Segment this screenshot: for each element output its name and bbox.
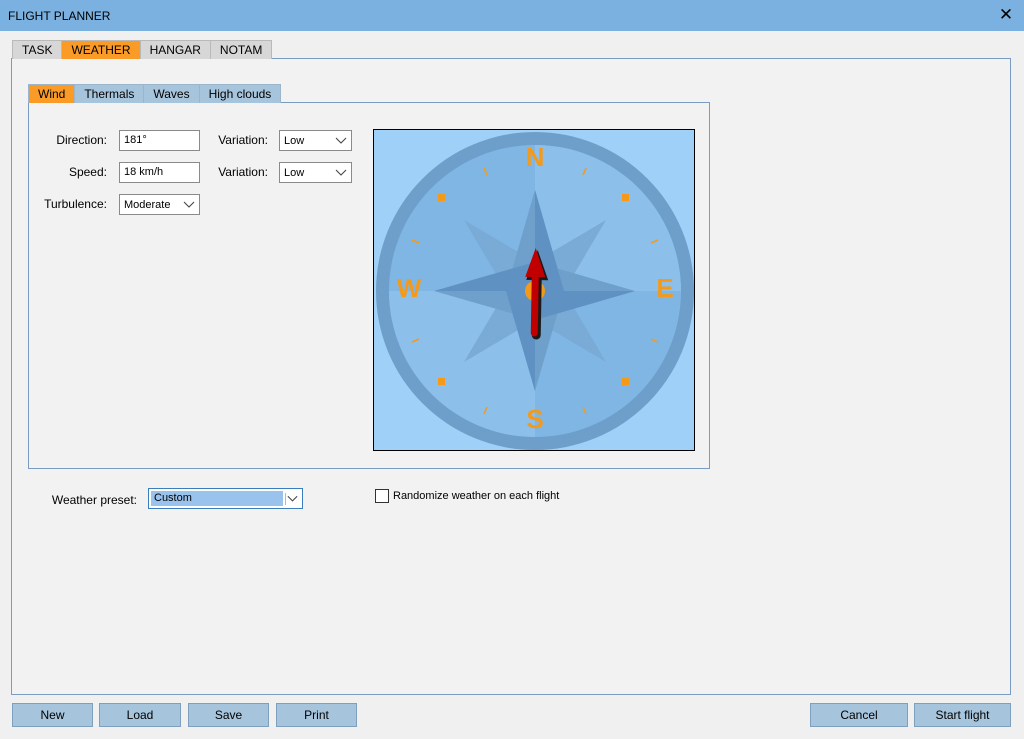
close-icon[interactable]: ✕: [996, 5, 1016, 25]
tab-task[interactable]: TASK: [12, 40, 63, 59]
chevron-down-icon: [183, 201, 195, 208]
flight-planner-window: FLIGHT PLANNER ✕ TASK WEATHER HANGAR NOT…: [0, 0, 1024, 739]
start-flight-button[interactable]: Start flight: [914, 703, 1011, 727]
weather-preset-select[interactable]: Custom: [148, 488, 303, 509]
tab-notam[interactable]: NOTAM: [209, 40, 273, 59]
direction-variation-label: Variation:: [218, 133, 268, 147]
tab-weather[interactable]: WEATHER: [61, 40, 141, 59]
turbulence-select[interactable]: Moderate: [119, 194, 200, 215]
title-bar: FLIGHT PLANNER ✕: [0, 0, 1024, 31]
window-title: FLIGHT PLANNER: [8, 9, 111, 23]
tab-waves[interactable]: Waves: [143, 84, 200, 103]
tab-wind[interactable]: Wind: [28, 84, 76, 103]
chevron-down-icon: [285, 493, 298, 505]
speed-variation-label: Variation:: [218, 165, 268, 179]
turbulence-value: Moderate: [124, 199, 171, 211]
tab-high-clouds[interactable]: High clouds: [198, 84, 282, 103]
weather-sub-tabs: Wind Thermals Waves High clouds: [28, 84, 282, 103]
tab-hangar[interactable]: HANGAR: [139, 40, 211, 59]
main-tabs: TASK WEATHER HANGAR NOTAM: [12, 40, 273, 59]
speed-variation-value: Low: [284, 167, 305, 179]
randomize-weather-checkbox[interactable]: [375, 489, 389, 503]
cancel-button[interactable]: Cancel: [810, 703, 908, 727]
speed-variation-select[interactable]: Low: [279, 162, 352, 183]
load-button[interactable]: Load: [99, 703, 181, 727]
wind-compass[interactable]: N E S W: [373, 129, 695, 451]
save-button[interactable]: Save: [188, 703, 269, 727]
direction-variation-value: Low: [284, 135, 305, 147]
direction-variation-select[interactable]: Low: [279, 130, 352, 151]
direction-label: Direction:: [56, 133, 107, 147]
tab-thermals[interactable]: Thermals: [74, 84, 145, 103]
turbulence-label: Turbulence:: [44, 197, 107, 211]
speed-field[interactable]: 18 km/h: [119, 162, 200, 183]
speed-label: Speed:: [68, 165, 107, 179]
weather-preset-value: Custom: [151, 491, 283, 506]
direction-field[interactable]: 181°: [119, 130, 200, 151]
weather-preset-label: Weather preset:: [51, 493, 137, 507]
chevron-down-icon: [335, 169, 347, 176]
chevron-down-icon: [335, 137, 347, 144]
wind-arrow-icon[interactable]: [374, 130, 695, 451]
print-button[interactable]: Print: [276, 703, 357, 727]
new-button[interactable]: New: [12, 703, 93, 727]
randomize-weather-label[interactable]: Randomize weather on each flight: [393, 490, 559, 502]
